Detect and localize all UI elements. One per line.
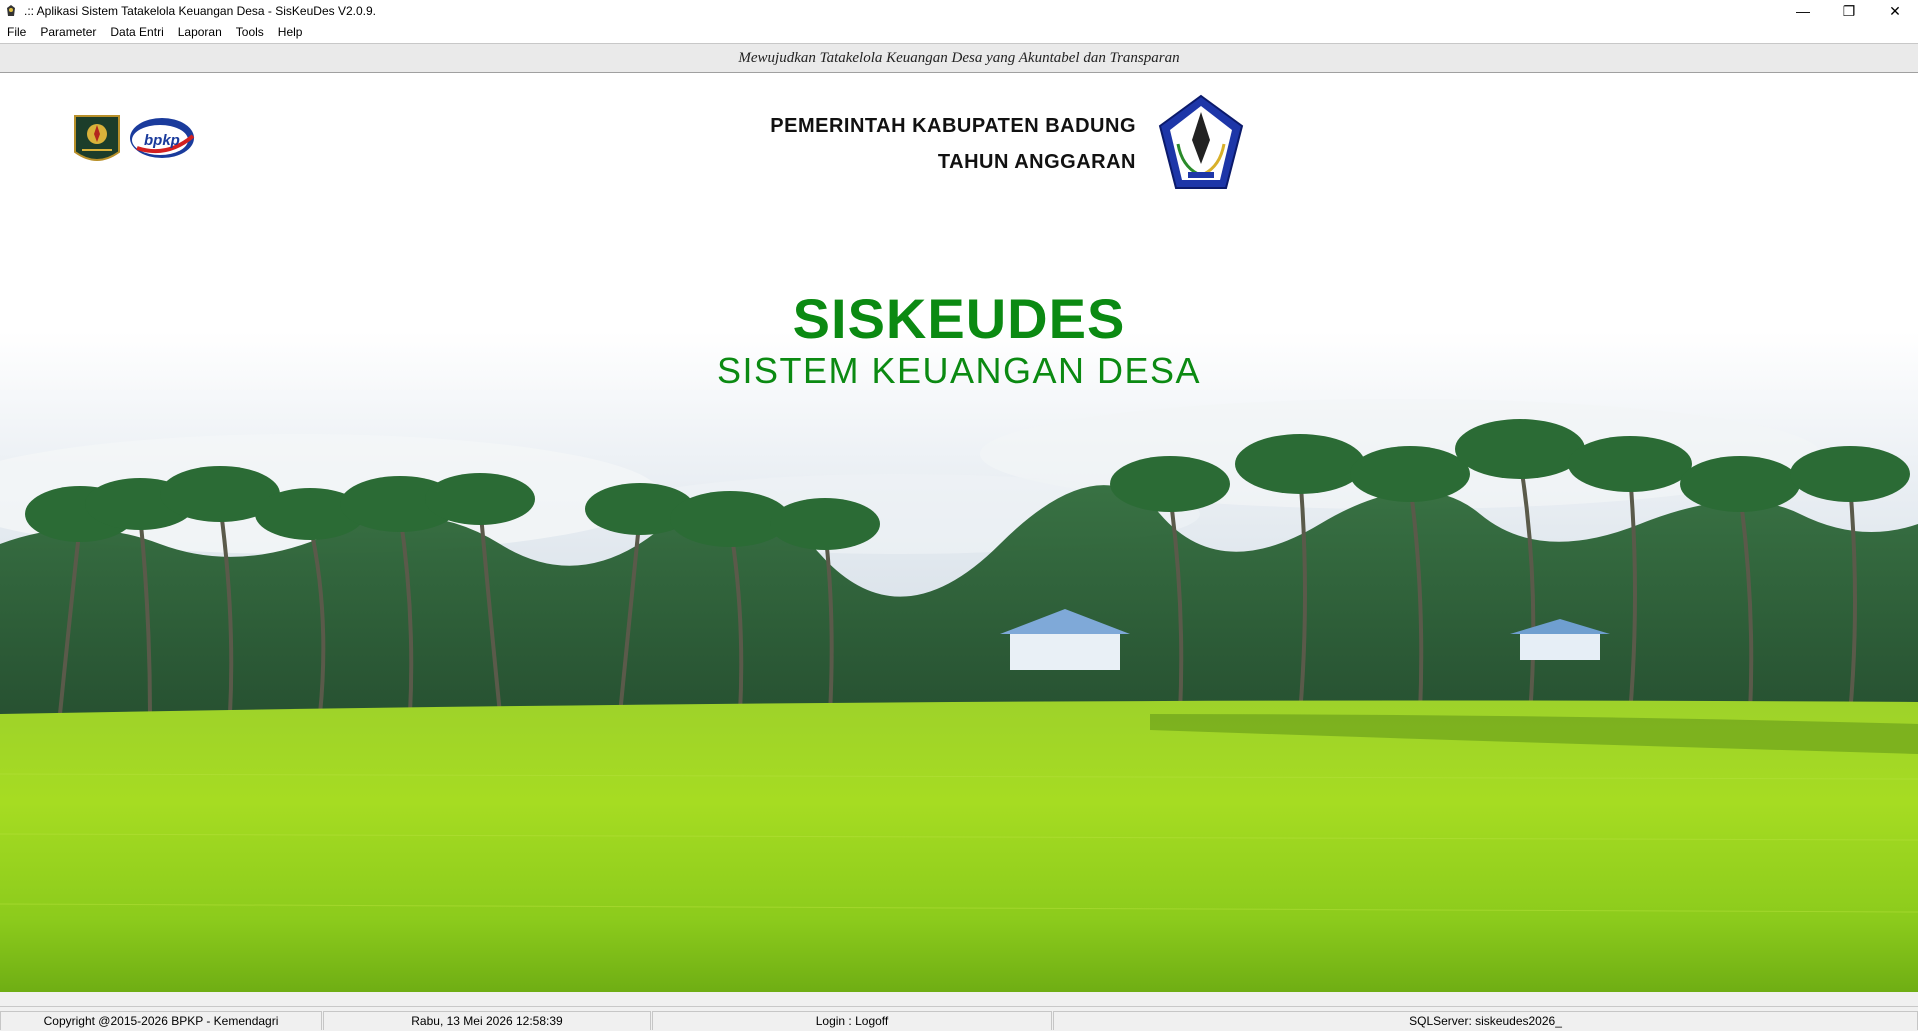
menu-help[interactable]: Help — [271, 22, 310, 43]
status-sqlserver: SQLServer: siskeudes2026_ — [1053, 1011, 1918, 1030]
government-title: PEMERINTAH KABUPATEN BADUNG TAHUN ANGGAR… — [770, 108, 1136, 180]
status-datetime: Rabu, 13 Mei 2026 12:58:39 — [323, 1011, 651, 1030]
fiscal-year-label: TAHUN ANGGARAN — [937, 151, 1136, 173]
bottom-strip — [0, 992, 1918, 1006]
minimize-button[interactable]: — — [1780, 0, 1826, 22]
rice-field-background — [0, 74, 1918, 992]
menu-parameter[interactable]: Parameter — [33, 22, 103, 43]
badung-emblem — [1158, 94, 1244, 189]
app-subtitle: SISTEM KEUANGAN DESA — [716, 350, 1202, 391]
menu-file[interactable]: File — [0, 22, 33, 43]
menu-laporan[interactable]: Laporan — [171, 22, 229, 43]
status-bar: Copyright @2015-2026 BPKP - Kemendagri R… — [0, 1006, 1918, 1031]
menu-bar: File Parameter Data Entri Laporan Tools … — [0, 22, 1918, 44]
tagline-text: Mewujudkan Tatakelola Keuangan Desa yang… — [738, 49, 1180, 66]
tagline-banner: Mewujudkan Tatakelola Keuangan Desa yang… — [0, 43, 1918, 73]
splash-area: bpkp PEMERINTAH KABUPATEN BADUNG TAHUN A… — [0, 74, 1918, 992]
restore-button[interactable]: ❐ — [1826, 0, 1872, 22]
status-copyright: Copyright @2015-2026 BPKP - Kemendagri — [0, 1011, 322, 1030]
close-button[interactable]: ✕ — [1872, 0, 1918, 22]
kemendagri-logo — [74, 115, 120, 161]
window-titlebar: .:: Aplikasi Sistem Tatakelola Keuangan … — [0, 0, 1918, 22]
bpkp-logo: bpkp — [130, 118, 195, 158]
app-title: SISKEUDES — [792, 287, 1126, 350]
regency-name: PEMERINTAH KABUPATEN BADUNG — [770, 115, 1136, 137]
menu-tools[interactable]: Tools — [229, 22, 271, 43]
status-login: Login : Logoff — [652, 1011, 1052, 1030]
menu-data-entri[interactable]: Data Entri — [103, 22, 170, 43]
app-icon[interactable] — [4, 4, 18, 18]
svg-text:bpkp: bpkp — [144, 132, 180, 149]
window-title: .:: Aplikasi Sistem Tatakelola Keuangan … — [24, 4, 376, 18]
